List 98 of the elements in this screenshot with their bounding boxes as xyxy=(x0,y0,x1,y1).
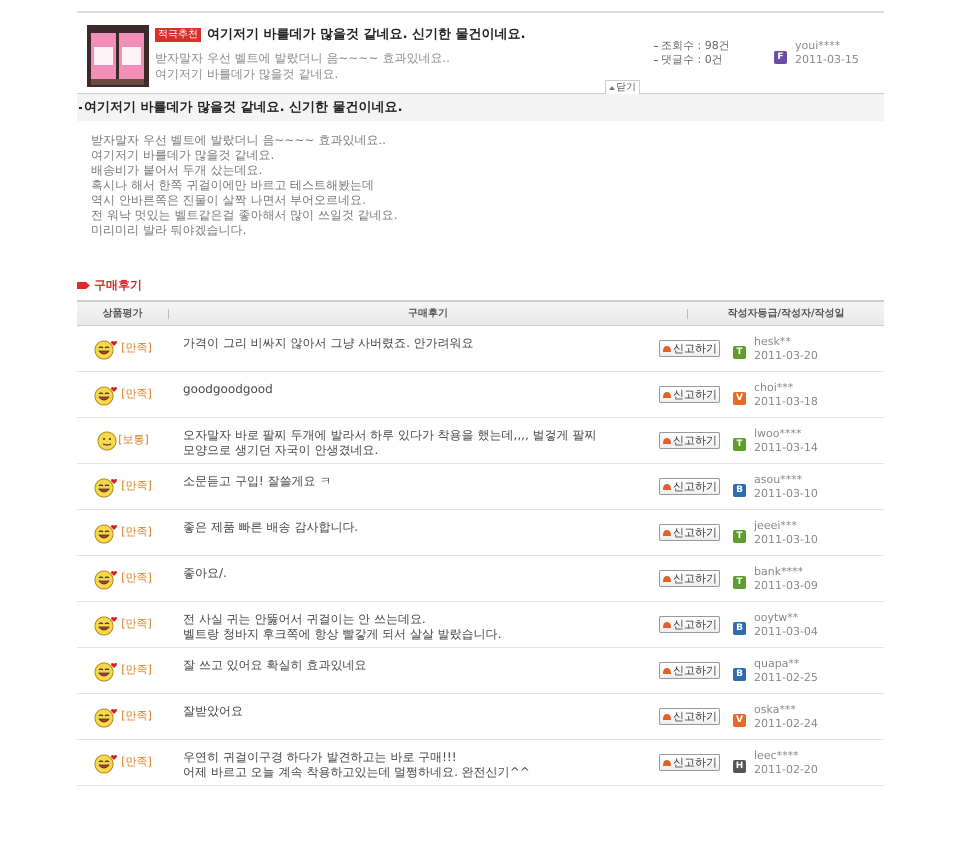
author-name: youi**** xyxy=(795,39,842,53)
stat-text: 조회수 : 98건 xyxy=(661,39,730,53)
bell-icon xyxy=(662,344,672,352)
report-button[interactable]: 신고하기 xyxy=(659,754,720,771)
bell-icon xyxy=(662,666,672,674)
column-header: 구매후기 xyxy=(407,307,449,321)
grade-badge: V xyxy=(733,714,746,726)
grade-badge: T xyxy=(733,576,746,588)
review-text: 가격이 그리 비싸지 않아서 그냥 사버렸죠. 안가려워요 xyxy=(183,336,475,351)
review-date: 2011-03-10 xyxy=(754,486,818,500)
review-date: 2011-03-18 xyxy=(754,394,818,408)
bell-icon xyxy=(662,390,672,398)
report-button[interactable]: 신고하기 xyxy=(659,340,720,357)
post-date: 2011-03-15 xyxy=(795,53,859,67)
review-text: 잘 쓰고 있어요 확실히 효과있네요 xyxy=(183,658,368,673)
rating-label: [만족] xyxy=(121,386,152,402)
post-title: 여기저기 바를데가 많을것 같네요. 신기한 물건이네요. xyxy=(207,26,526,44)
review-date: 2011-03-20 xyxy=(754,348,818,362)
column-header: 상품평가 xyxy=(102,307,144,321)
report-button[interactable]: 신고하기 xyxy=(659,570,720,587)
author-name: asou**** xyxy=(754,472,804,486)
bell-icon xyxy=(662,620,672,628)
report-button[interactable]: 신고하기 xyxy=(659,432,720,449)
detail-text: 전 워낙 멋있는 벨트같은걸 좋아해서 많이 쓰일것 같네요. xyxy=(91,208,399,223)
grade-badge: T xyxy=(733,438,746,450)
bell-icon xyxy=(662,528,672,536)
report-button[interactable]: 신고하기 xyxy=(659,662,720,679)
grade-badge: T xyxy=(733,346,746,358)
author-name: bank**** xyxy=(754,564,804,578)
detail-text: 여기저기 바를데가 많을것 같네요. xyxy=(91,148,276,163)
rating-label: [만족] xyxy=(121,478,152,494)
review-text: 오자말자 바로 팔찌 두개에 발라서 하루 있다가 착용을 했는데,,,, 벌겋게 팔찌 xyxy=(183,428,598,443)
rating-label: [만족] xyxy=(121,708,152,724)
author-name: leec**** xyxy=(754,748,800,762)
author-name: jeeei*** xyxy=(754,518,798,532)
close-tab[interactable]: 닫기 xyxy=(605,80,640,94)
review-text: goodgoodgood xyxy=(183,382,274,397)
grade-badge: H xyxy=(733,760,746,772)
review-text: 좋은 제품 빠른 배송 감사합니다. xyxy=(183,520,360,535)
rating-label: [만족] xyxy=(121,616,152,632)
caret-up-icon xyxy=(609,86,615,90)
rating-label: [만족] xyxy=(121,662,152,678)
preview-text: 받자말자 우선 벨트에 발랐더니 음~~~~ 효과있네요.. xyxy=(155,50,451,66)
report-button[interactable]: 신고하기 xyxy=(659,708,720,725)
grade-badge: T xyxy=(733,530,746,542)
stat-text: 댓글수 : 0건 xyxy=(661,53,723,67)
bell-icon xyxy=(662,436,672,444)
arrow-tag-icon xyxy=(77,280,90,290)
author-name: quapa** xyxy=(754,656,800,670)
grade-badge: F xyxy=(774,51,787,64)
author-name: lwoo**** xyxy=(754,426,803,440)
column-header: 작성자등급/작성자/작성일 xyxy=(726,307,846,321)
grade-badge: B xyxy=(733,484,746,496)
review-text: 전 사실 귀는 안뚫어서 귀걸이는 안 쓰는데요. xyxy=(183,612,427,627)
detail-text: 미리미리 발라 둬야겠습니다. xyxy=(91,223,248,238)
detail-text: 받자말자 우선 벨트에 발랐더니 음~~~~ 효과있네요.. xyxy=(91,133,387,148)
detail-text: 배송비가 붙어서 두개 샀는데요. xyxy=(91,163,264,178)
report-button[interactable]: 신고하기 xyxy=(659,616,720,633)
grade-badge: B xyxy=(733,622,746,634)
bell-icon xyxy=(662,712,672,720)
detail-text: 혹시나 해서 한쪽 귀걸이에만 바르고 테스트해봤는데 xyxy=(91,178,376,193)
review-date: 2011-03-04 xyxy=(754,624,818,638)
report-button[interactable]: 신고하기 xyxy=(659,524,720,541)
review-text: 어제 바르고 오늘 계속 착용하고있는데 멀쩡하네요. 완전신기^^ xyxy=(183,765,531,780)
rating-label: [만족] xyxy=(121,570,152,586)
review-text: 좋아요/. xyxy=(183,566,228,581)
review-text: 잘받았어요 xyxy=(183,704,244,719)
author-name: choi*** xyxy=(754,380,794,394)
report-button[interactable]: 신고하기 xyxy=(659,478,720,495)
review-date: 2011-03-10 xyxy=(754,532,818,546)
report-button[interactable]: 신고하기 xyxy=(659,386,720,403)
bell-icon xyxy=(662,574,672,582)
section-title: 구매후기 xyxy=(94,277,142,294)
review-date: 2011-02-25 xyxy=(754,670,818,684)
review-date: 2011-02-20 xyxy=(754,762,818,776)
author-name: oska*** xyxy=(754,702,797,716)
grade-badge: B xyxy=(733,668,746,680)
author-name: hesk** xyxy=(754,334,792,348)
preview-text: 여기저기 바를데가 많을것 같네요. xyxy=(155,66,340,82)
smiley-icon xyxy=(96,430,118,452)
bell-icon xyxy=(662,482,672,490)
review-text: 모양으로 생기던 자국이 안생겼네요. xyxy=(183,443,380,458)
rating-label: [만족] xyxy=(121,754,152,770)
detail-title: 여기저기 바를데가 많을것 같네요. 신기한 물건이네요. xyxy=(84,98,403,117)
grade-badge: V xyxy=(733,392,746,404)
review-date: 2011-02-24 xyxy=(754,716,818,730)
bell-icon xyxy=(662,758,672,766)
rating-label: [만족] xyxy=(121,524,152,540)
rating-label: [만족] xyxy=(121,340,152,356)
author-name: ooytw** xyxy=(754,610,800,624)
detail-text: 역시 안바른쪽은 진물이 살짝 나면서 부어오르네요. xyxy=(91,193,367,208)
review-text: 우연히 귀걸이구경 하다가 발견하고는 바로 구매!!! xyxy=(183,750,458,765)
recommend-badge: 적극추천 xyxy=(155,28,201,42)
rating-label: [보통] xyxy=(118,432,149,448)
review-text: 소문듣고 구입! 잘쓸게요 ㅋ xyxy=(183,474,332,489)
review-text: 벨트랑 청바지 후크쪽에 항상 빨갛게 되서 살살 발랐습니다. xyxy=(183,627,503,642)
review-date: 2011-03-14 xyxy=(754,440,818,454)
review-date: 2011-03-09 xyxy=(754,578,818,592)
